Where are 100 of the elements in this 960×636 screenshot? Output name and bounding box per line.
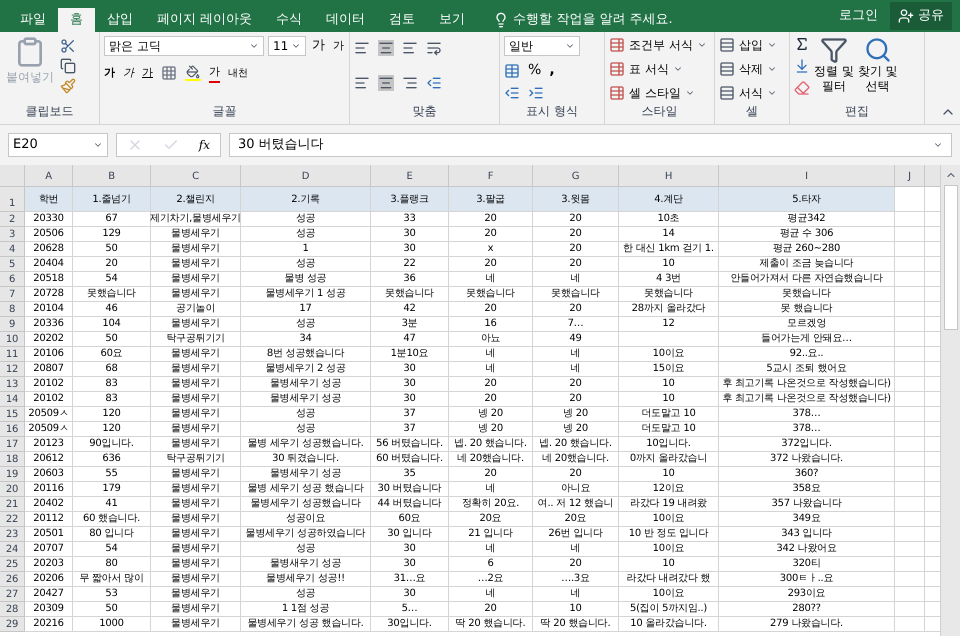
grow-font-button[interactable]: 가 (310, 36, 327, 56)
row-header[interactable]: 8 (0, 302, 25, 317)
empty-cell (895, 617, 925, 632)
row-header[interactable]: 9 (0, 317, 25, 332)
tell-me-field[interactable]: 수행할 작업을 알려 주세요. (493, 8, 754, 32)
table-cell: 30 (371, 362, 449, 377)
row-header[interactable]: 16 (0, 422, 25, 437)
align-right-icon[interactable] (402, 75, 418, 91)
column-header[interactable]: E (371, 165, 449, 187)
ribbon-tab[interactable]: 수식 (264, 8, 314, 32)
row-header[interactable]: 3 (0, 227, 25, 242)
column-header[interactable]: C (151, 165, 241, 187)
align-top-icon[interactable] (354, 40, 370, 56)
column-header[interactable]: H (619, 165, 719, 187)
table-cell: 물병세우기 (151, 227, 241, 242)
row-header[interactable]: 20 (0, 482, 25, 497)
row-header[interactable]: 26 (0, 572, 25, 587)
row-header[interactable]: 27 (0, 587, 25, 602)
number-format-field[interactable]: 일반 (504, 36, 580, 56)
row-header[interactable]: 5 (0, 257, 25, 272)
comma-button[interactable]: , (549, 60, 555, 81)
find-select-button[interactable]: 찾기 및 선택 (858, 36, 898, 102)
row-header[interactable]: 12 (0, 362, 25, 377)
column-header[interactable]: G (533, 165, 619, 187)
row-header[interactable]: 11 (0, 347, 25, 362)
style-menu-button[interactable]: 셀 스타일 (609, 84, 707, 102)
sort-filter-button[interactable]: 정렬 및 필터 (814, 36, 854, 102)
row-header[interactable]: 18 (0, 452, 25, 467)
row-header[interactable]: 15 (0, 407, 25, 422)
ribbon-tab[interactable]: 삽입 (95, 8, 145, 32)
style-menu-button[interactable]: 표 서식 (609, 60, 707, 78)
font-size-field[interactable]: 11 (268, 36, 306, 56)
row-header[interactable]: 23 (0, 527, 25, 542)
row-header[interactable]: 4 (0, 242, 25, 257)
row-header[interactable]: 7 (0, 287, 25, 302)
column-header[interactable]: I (719, 165, 895, 187)
align-middle-icon[interactable] (378, 40, 394, 56)
table-cell: 네 (449, 542, 533, 557)
font-color-button[interactable]: 가 (209, 64, 220, 82)
cells-menu-button[interactable]: 서식 (719, 84, 777, 102)
align-left-icon[interactable] (354, 75, 370, 91)
tell-me-input[interactable]: 수행할 작업을 알려 주세요. (513, 10, 754, 30)
column-header[interactable]: J (895, 165, 925, 187)
ribbon-tab[interactable]: 검토 (377, 8, 428, 32)
fill-color-icon[interactable] (185, 65, 201, 82)
column-header[interactable]: F (449, 165, 533, 187)
insert-function-button[interactable]: fx (198, 136, 210, 154)
table-cell: 10 (533, 602, 619, 617)
italic-button[interactable]: 가 (123, 65, 134, 82)
ribbon-tab[interactable]: 홈 (58, 8, 95, 32)
row-header[interactable]: 29 (0, 617, 25, 632)
row-header[interactable]: 14 (0, 392, 25, 407)
row-header[interactable]: 28 (0, 602, 25, 617)
font-name-field[interactable]: 맑은 고딕 (104, 36, 264, 56)
table-style-icon (609, 61, 625, 77)
sign-in-link[interactable]: 로그인 (827, 2, 890, 30)
eraser-icon[interactable] (794, 80, 810, 96)
row-header[interactable]: 24 (0, 542, 25, 557)
row-header[interactable]: 6 (0, 272, 25, 287)
row-header[interactable]: 13 (0, 377, 25, 392)
name-box[interactable]: E20 (8, 133, 108, 157)
bold-button[interactable]: 가 (104, 65, 115, 82)
column-header[interactable]: A (25, 165, 73, 187)
table-cell: 안들어가져서 다른 자연습했습니다 (719, 272, 895, 287)
indent-icon[interactable] (426, 75, 442, 91)
column-header[interactable]: D (241, 165, 371, 187)
ribbon-tab[interactable]: 파일 (8, 8, 58, 32)
cut-icon[interactable] (60, 38, 76, 54)
border-icon[interactable] (161, 65, 177, 82)
style-menu-button[interactable]: 조건부 서식 (609, 36, 707, 54)
cells-menu-button[interactable]: 삭제 (719, 60, 777, 78)
phonetic-button[interactable]: 내천 (228, 66, 248, 81)
align-center-icon[interactable] (378, 75, 394, 91)
ribbon-tab[interactable]: 페이지 레이아웃 (145, 8, 264, 32)
table-cell: 20202 (25, 332, 73, 347)
scroll-thumb[interactable] (944, 185, 958, 330)
row-header[interactable]: 17 (0, 437, 25, 452)
row-header[interactable]: 1 (0, 187, 25, 212)
vertical-scrollbar[interactable] (940, 165, 960, 636)
shrink-font-button[interactable]: 가 (331, 38, 346, 54)
table-cell: 20요 (533, 512, 619, 527)
row-header[interactable]: 25 (0, 557, 25, 572)
ribbon-tab[interactable]: 데이터 (314, 8, 378, 32)
table-cell: 20 (533, 467, 619, 482)
row-header[interactable]: 19 (0, 467, 25, 482)
cells-menu-button[interactable]: 삽입 (719, 36, 777, 54)
copy-icon[interactable] (60, 58, 76, 74)
row-header[interactable]: 21 (0, 497, 25, 512)
formula-input[interactable]: 30 버텼습니다 (229, 133, 952, 157)
share-button[interactable]: 공유 (890, 2, 952, 30)
column-header[interactable]: B (73, 165, 151, 187)
row-header[interactable]: 10 (0, 332, 25, 347)
table-cell: 4 3번 (619, 272, 719, 287)
align-bottom-icon[interactable] (402, 40, 418, 56)
ribbon-tab[interactable]: 보기 (427, 8, 478, 32)
percent-button[interactable]: % (528, 60, 542, 81)
fill-down-icon[interactable] (794, 58, 810, 74)
underline-button[interactable]: 가 (142, 65, 153, 82)
row-header[interactable]: 2 (0, 212, 25, 227)
row-header[interactable]: 22 (0, 512, 25, 527)
